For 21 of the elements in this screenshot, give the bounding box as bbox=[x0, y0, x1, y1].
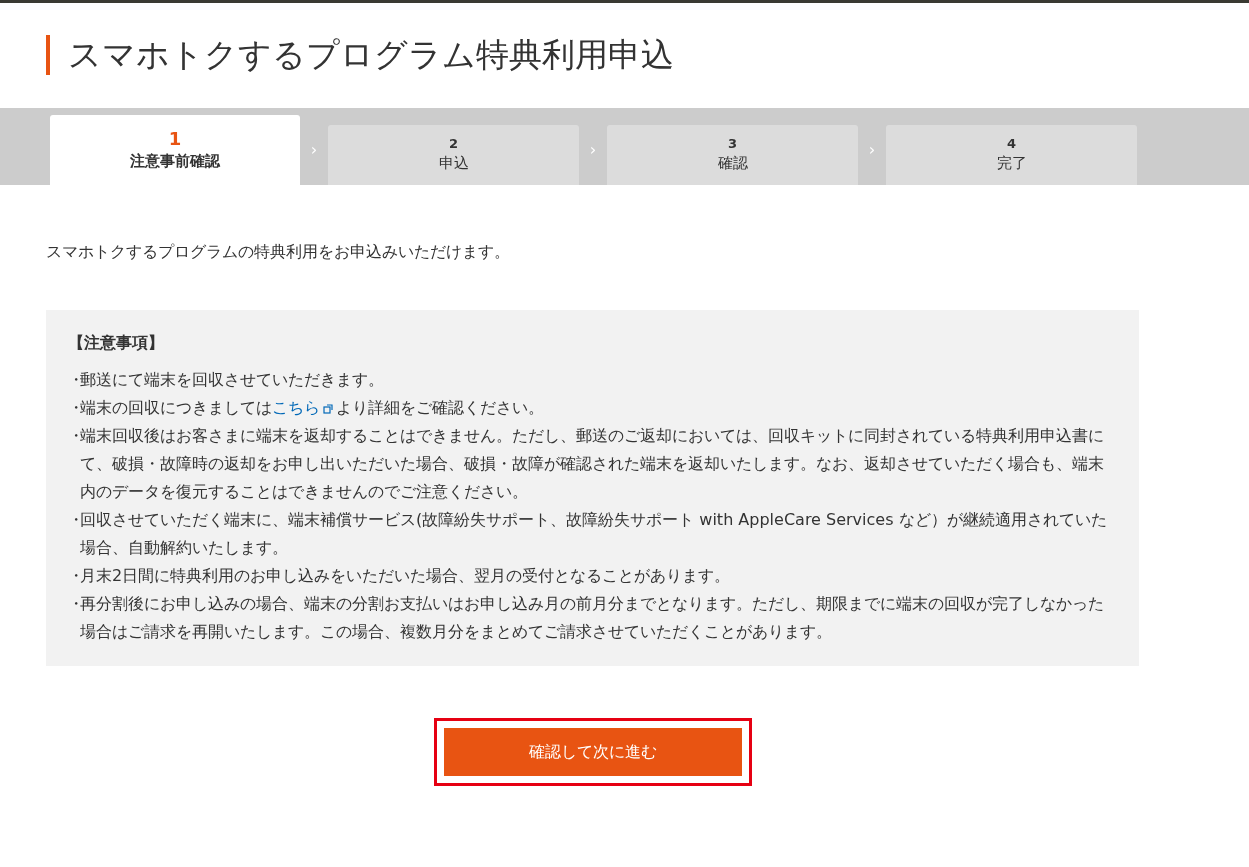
bullet: ・ bbox=[68, 397, 80, 419]
page-title: スマホトクするプログラム特典利用申込 bbox=[46, 35, 1203, 75]
bullet: ・ bbox=[68, 509, 80, 531]
note-text: 郵送にて端末を回収させていただきます。 bbox=[80, 369, 385, 391]
next-button[interactable]: 確認して次に進む bbox=[443, 728, 742, 776]
bullet: ・ bbox=[68, 565, 80, 587]
intro-text: スマホトクするプログラムの特典利用をお申込みいただけます。 bbox=[46, 241, 511, 263]
bullet: ・ bbox=[68, 369, 80, 391]
chevron-icon: › bbox=[300, 137, 328, 162]
chevron-icon: › bbox=[579, 137, 607, 162]
external-link-icon bbox=[323, 403, 333, 414]
note-text: 再分割後にお申し込みの場合、端末の分割お支払いはお申し込み月の前月分までとなります。ただし、期限までに端末の回収が完了しなかった場合はご請求を再開いたします。この場合、複数月分をまとめてご請求させていただくことがあります。 bbox=[80, 593, 1105, 643]
note-text: 回収させていただく端末に、端末補償サービス(故障紛失サポート、故障紛失サポート with AppleCare Services など）が継続適用されていた場合、自動解約いたします。 bbox=[80, 509, 1108, 559]
note-text: 月末2日間に特典利用のお申し込みをいただいた場合、翌月の受付となることがあります。 bbox=[80, 565, 732, 587]
chevron-icon: › bbox=[858, 137, 886, 162]
notes-heading: 【注意事項】 bbox=[68, 332, 165, 354]
bullet: ・ bbox=[68, 425, 80, 447]
note-text: 端末回収後はお客さまに端末を返却することはできません。ただし、郵送のご返却においては、回収キットに同封されている特典利用申込書にて、破損・故障時の返却をお申し出いただいた場合、破損・故障が確認された端末を返却いたします。なお、返却させていただく場合も、端末内のデータを復元することはできませんのでご注意ください。 bbox=[80, 425, 1105, 503]
note-text: 端末の回収につきましてはこちら より詳細をご確認ください。 bbox=[80, 397, 545, 419]
bullet: ・ bbox=[68, 593, 80, 615]
details-link[interactable]: こちら bbox=[272, 398, 320, 417]
